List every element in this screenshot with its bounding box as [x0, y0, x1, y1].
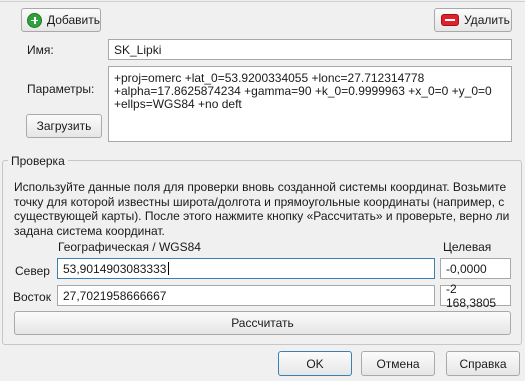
east-result-value: -2 168,3805	[446, 281, 497, 310]
calculate-button[interactable]: Рассчитать	[14, 311, 511, 335]
text-caret	[168, 262, 170, 275]
north-label: Север	[15, 264, 50, 278]
plus-icon	[27, 12, 42, 28]
name-value: SK_Lipki	[114, 42, 162, 57]
name-field[interactable]: SK_Lipki	[108, 39, 512, 60]
cancel-button-label: Отмена	[376, 356, 420, 371]
name-label: Имя:	[27, 43, 54, 57]
ok-button-label: OK	[306, 356, 324, 371]
east-result: -2 168,3805	[440, 282, 511, 310]
top-divider	[0, 1, 525, 2]
east-label: Восток	[13, 290, 51, 304]
load-button[interactable]: Загрузить	[26, 114, 102, 138]
delete-button[interactable]: Удалить	[434, 8, 512, 32]
geo-header: Географическая / WGS84	[58, 240, 201, 254]
check-group-title: Проверка	[8, 154, 68, 168]
east-value: 27,7021958666667	[63, 288, 167, 303]
ok-button[interactable]: OK	[278, 351, 352, 376]
north-result-value: -0,0000	[446, 261, 487, 276]
params-label: Параметры:	[27, 82, 95, 96]
target-header: Целевая	[443, 240, 492, 254]
add-button-label: Добавить	[46, 13, 100, 27]
minus-icon	[441, 14, 459, 26]
params-value: +proj=omerc +lat_0=53.9200334055 +lonc=2…	[114, 71, 492, 111]
load-button-label: Загрузить	[36, 119, 92, 133]
calculate-button-label: Рассчитать	[231, 316, 294, 330]
help-button-label: Справка	[459, 356, 507, 371]
params-textarea[interactable]: +proj=omerc +lat_0=53.9200334055 +lonc=2…	[108, 66, 512, 142]
delete-button-label: Удалить	[464, 13, 510, 27]
north-value: 53,9014903083333	[63, 261, 167, 276]
add-button[interactable]: Добавить	[21, 8, 101, 32]
cancel-button[interactable]: Отмена	[361, 351, 435, 376]
north-input[interactable]: 53,9014903083333	[57, 258, 435, 279]
check-description: Используйте данные поля для проверки вно…	[14, 180, 510, 238]
north-result: -0,0000	[440, 258, 511, 279]
east-input[interactable]: 27,7021958666667	[57, 285, 435, 306]
help-button[interactable]: Справка	[446, 351, 520, 376]
